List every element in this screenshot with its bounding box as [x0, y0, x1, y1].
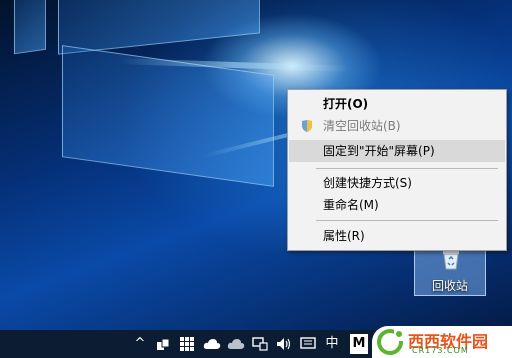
watermark-logo: 西西软件园 CR173.COM [372, 326, 512, 358]
menu-item-rename[interactable]: 重命名(M) [289, 194, 505, 216]
menu-item-empty-recycle-bin[interactable]: 清空回收站(B) [289, 115, 505, 137]
menu-item-label: 重命名(M) [323, 198, 379, 212]
logo-pane-left [14, 0, 46, 55]
desktop-background: 回收站 打开(O) 清空回收站(B) 固定到"开始"屏幕(P) 创建快捷方式(S… [0, 0, 512, 358]
menu-item-label: 打开(O) [323, 97, 369, 111]
shield-icon [302, 120, 312, 132]
network-icon[interactable] [250, 334, 270, 354]
cloud-gray-icon[interactable] [226, 334, 246, 354]
menu-item-label: 清空回收站(B) [323, 119, 401, 133]
ime-mode-indicator[interactable]: 中 [322, 334, 342, 354]
menu-separator [316, 220, 498, 221]
menu-separator [316, 168, 498, 169]
chevron-up-icon[interactable]: ^ [132, 334, 148, 354]
menu-item-pin-to-start[interactable]: 固定到"开始"屏幕(P) [289, 140, 505, 162]
grid-icon[interactable] [178, 334, 196, 354]
watermark-icon [377, 329, 406, 355]
menu-item-open[interactable]: 打开(O) [289, 93, 505, 115]
watermark-url: CR173.COM [412, 346, 469, 355]
logo-pane-top [58, 0, 260, 55]
menu-item-label: 属性(R) [323, 229, 365, 243]
menu-item-create-shortcut[interactable]: 创建快捷方式(S) [289, 172, 505, 194]
menu-item-label: 固定到"开始"屏幕(P) [323, 144, 435, 158]
cloud-icon[interactable] [202, 334, 222, 354]
context-menu: 打开(O) 清空回收站(B) 固定到"开始"屏幕(P) 创建快捷方式(S) 重命… [287, 89, 507, 251]
ime-letter-indicator[interactable]: M [350, 334, 368, 354]
menu-item-properties[interactable]: 属性(R) [289, 225, 505, 247]
notification-icon[interactable] [298, 334, 318, 354]
recycle-bin-label: 回收站 [431, 279, 468, 293]
people-icon[interactable] [154, 334, 172, 354]
menu-item-label: 创建快捷方式(S) [323, 176, 412, 190]
volume-icon[interactable] [274, 334, 294, 354]
